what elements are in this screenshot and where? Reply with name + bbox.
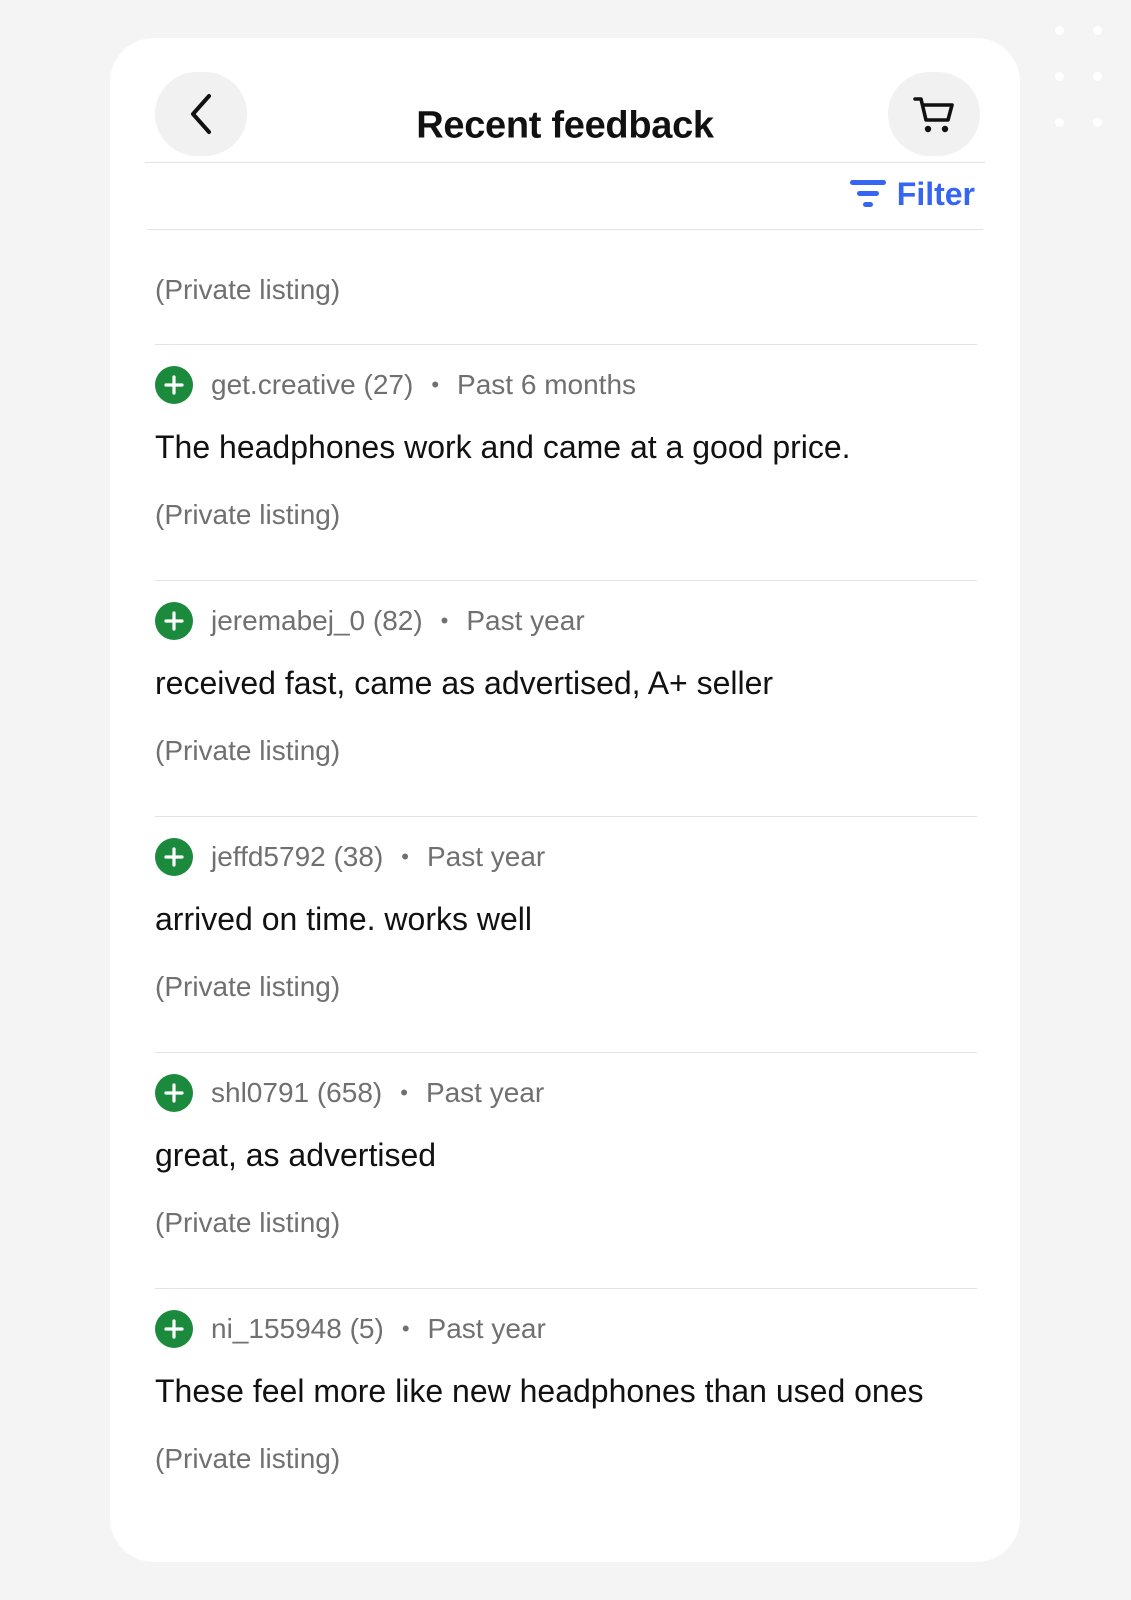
feedback-comment: The headphones work and came at a good p… [155, 429, 851, 465]
decorative-dots [1055, 26, 1105, 136]
cart-icon [913, 97, 954, 133]
feedback-item: shl0791 (658) • Past year great, as adve… [155, 1053, 977, 1289]
page-title: Recent feedback [416, 104, 714, 147]
separator-dot: • [401, 844, 409, 869]
separator-dot: • [431, 372, 440, 397]
feedback-item: ni_155948 (5) • Past year These feel mor… [155, 1289, 977, 1525]
cart-button[interactable] [888, 72, 980, 156]
feedback-listing: (Private listing) [155, 971, 341, 1002]
positive-feedback-icon [155, 838, 193, 876]
filter-icon [849, 180, 886, 207]
feedback-meta: jeremabej_0 (82) • Past year [155, 601, 585, 641]
feedback-item: get.creative (27) • Past 6 months The he… [155, 345, 977, 581]
header: Recent feedback [110, 38, 1020, 162]
positive-feedback-icon [155, 366, 193, 404]
feedback-time: Past year [427, 1313, 546, 1344]
separator-dot: • [400, 1080, 408, 1105]
feedback-meta: shl0791 (658) • Past year [155, 1073, 544, 1113]
feedback-username[interactable]: shl0791 (658) [211, 1077, 382, 1109]
positive-feedback-icon [155, 1074, 193, 1112]
feedback-time: Past 6 months [457, 369, 637, 400]
feedback-comment: received fast, came as advertised, A+ se… [155, 665, 774, 701]
feedback-time: Past year [426, 841, 546, 872]
feedback-time: Past year [425, 1077, 545, 1108]
feedback-listing: (Private listing) [155, 1207, 341, 1238]
filter-label: Filter [896, 175, 975, 212]
feedback-comment: These feel more like new headphones than… [155, 1373, 924, 1409]
feedback-time: Past year [466, 605, 585, 636]
feedback-listing: (Private listing) [155, 735, 341, 766]
feedback-comment: great, as advertised [155, 1137, 437, 1173]
feedback-comment: arrived on time. works well [155, 901, 532, 937]
feedback-meta: jeffd5792 (38) • Past year [155, 837, 545, 877]
feedback-listing: (Private listing) [155, 1443, 341, 1474]
feedback-username[interactable]: jeffd5792 (38) [211, 841, 383, 873]
feedback-screen: Recent feedback Filter (Private listing) [110, 38, 1020, 1562]
feedback-meta: ni_155948 (5) • Past year [155, 1309, 546, 1349]
chevron-left-icon [191, 94, 211, 134]
separator-dot: • [401, 1316, 410, 1341]
separator-dot: • [440, 608, 449, 633]
filter-button[interactable]: Filter [849, 174, 975, 214]
header-divider [145, 162, 985, 163]
feedback-username[interactable]: ni_155948 (5) [211, 1313, 384, 1345]
feedback-meta: get.creative (27) • Past 6 months [155, 365, 636, 405]
feedback-item: jeremabej_0 (82) • Past year received fa… [155, 581, 977, 817]
feedback-item: jeffd5792 (38) • Past year arrived on ti… [155, 817, 977, 1053]
feedback-username[interactable]: get.creative (27) [211, 369, 413, 401]
feedback-listing: (Private listing) [155, 499, 341, 530]
filter-divider [147, 229, 983, 230]
private-listing-label: (Private listing) [155, 274, 341, 305]
feedback-username[interactable]: jeremabej_0 (82) [211, 605, 423, 637]
positive-feedback-icon [155, 1310, 193, 1348]
positive-feedback-icon [155, 602, 193, 640]
back-button[interactable] [155, 72, 247, 156]
